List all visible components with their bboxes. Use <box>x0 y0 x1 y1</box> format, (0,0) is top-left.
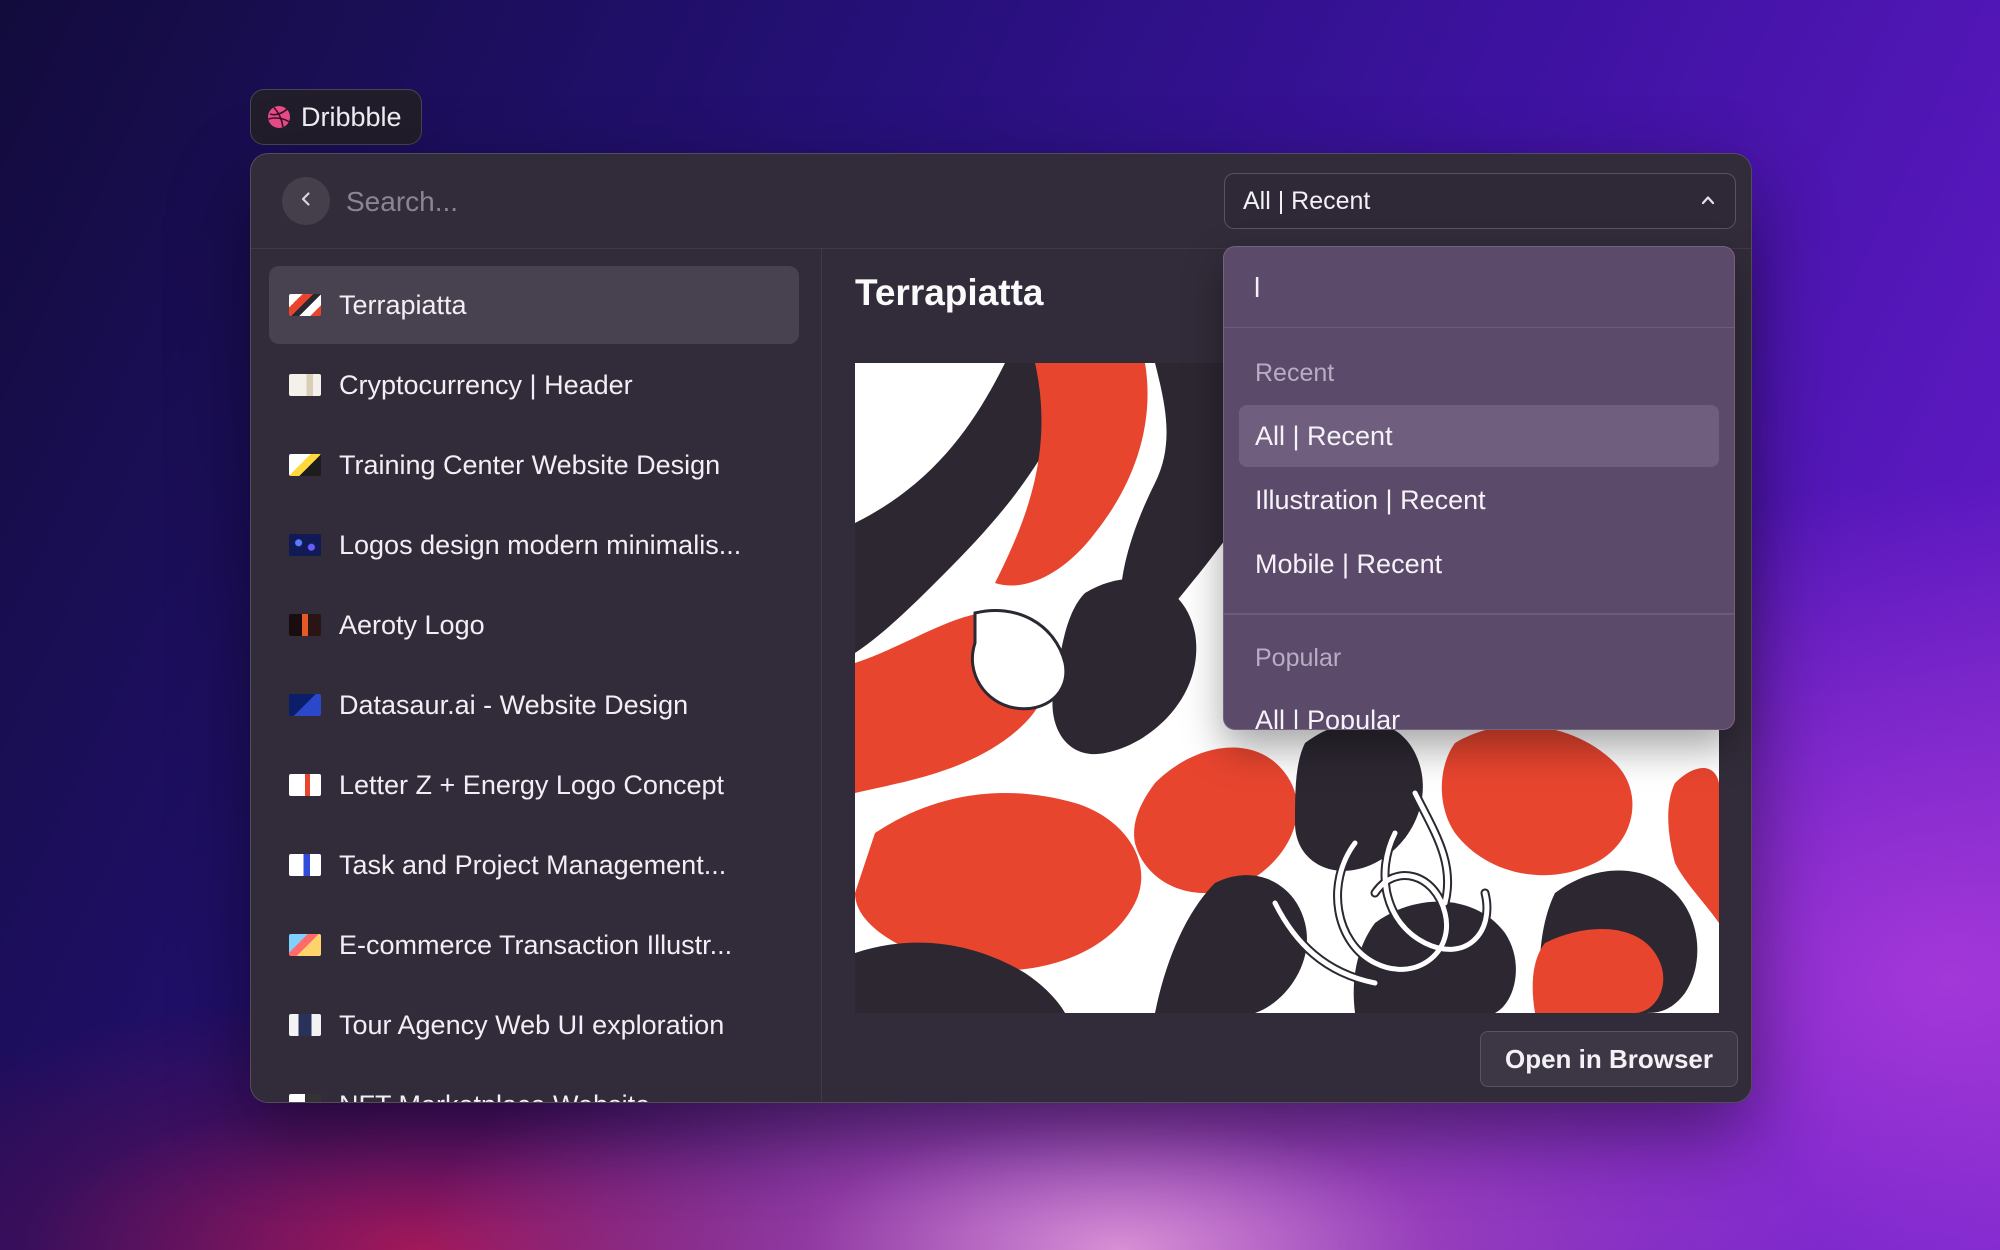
list-item[interactable]: Training Center Website Design <box>269 426 799 504</box>
list-item[interactable]: Datasaur.ai - Website Design <box>269 666 799 744</box>
filter-dropdown: Recent All | Recent Illustration | Recen… <box>1223 246 1735 730</box>
list-item[interactable]: Terrapiatta <box>269 266 799 344</box>
option-all-popular[interactable]: All | Popular <box>1239 689 1719 730</box>
thumbnail <box>289 854 321 876</box>
list-item-label: Datasaur.ai - Website Design <box>339 689 689 720</box>
option-all-recent[interactable]: All | Recent <box>1239 405 1719 467</box>
thumbnail <box>289 1014 321 1036</box>
list-item-label: Tour Agency Web UI exploration <box>339 1009 725 1040</box>
search-input[interactable] <box>344 174 848 230</box>
back-button[interactable] <box>282 177 330 225</box>
list-item[interactable]: E-commerce Transaction Illustr... <box>269 906 799 984</box>
list-item[interactable]: Letter Z + Energy Logo Concept <box>269 746 799 824</box>
thumbnail <box>289 454 321 476</box>
open-in-browser-button[interactable]: Open in Browser <box>1480 1031 1738 1087</box>
list-item[interactable]: Aeroty Logo <box>269 586 799 664</box>
list-item-label: Training Center Website Design <box>339 449 721 480</box>
option-illustration-recent[interactable]: Illustration | Recent <box>1239 469 1719 531</box>
list-item-label: Cryptocurrency | Header <box>339 369 633 400</box>
list-item-label: Aeroty Logo <box>339 609 485 640</box>
section-header-recent: Recent <box>1255 359 1335 387</box>
option-mobile-recent[interactable]: Mobile | Recent <box>1239 533 1719 595</box>
toolbar: All | Recent <box>251 154 1751 249</box>
dribbble-icon <box>267 105 291 129</box>
list-item[interactable]: Tour Agency Web UI exploration <box>269 986 799 1064</box>
list-item[interactable]: NFT Marketplace Website <box>269 1066 799 1102</box>
list-item-label: E-commerce Transaction Illustr... <box>339 929 733 960</box>
chevron-left-icon <box>297 190 315 213</box>
dropdown-divider <box>1224 613 1734 615</box>
tab-label: Dribbble <box>301 101 402 132</box>
list-item[interactable]: Logos design modern minimalis... <box>269 506 799 584</box>
thumbnail <box>289 934 321 956</box>
thumbnail <box>289 614 321 636</box>
list-item-label: NFT Marketplace Website <box>339 1090 650 1103</box>
filter-selected-label: All | Recent <box>1243 186 1371 215</box>
dribbble-tab[interactable]: Dribbble <box>250 89 422 145</box>
thumbnail <box>289 1094 321 1102</box>
thumbnail <box>289 694 321 716</box>
thumbnail <box>289 534 321 556</box>
list-item[interactable]: Cryptocurrency | Header <box>269 346 799 424</box>
chevron-up-icon <box>1699 187 1717 216</box>
list-item[interactable]: Task and Project Management... <box>269 826 799 904</box>
shot-list: Terrapiatta Cryptocurrency | Header Trai… <box>251 249 822 1102</box>
filter-select[interactable]: All | Recent <box>1224 173 1736 229</box>
thumbnail <box>289 294 321 316</box>
dropdown-search <box>1224 247 1734 328</box>
list-item-label: Logos design modern minimalis... <box>339 529 742 560</box>
section-header-popular: Popular <box>1255 644 1342 672</box>
list-item-label: Letter Z + Energy Logo Concept <box>339 769 724 800</box>
thumbnail <box>289 374 321 396</box>
list-item-label: Task and Project Management... <box>339 849 727 880</box>
detail-title: Terrapiatta <box>855 272 1044 313</box>
thumbnail <box>289 774 321 796</box>
list-item-label: Terrapiatta <box>339 289 467 320</box>
dropdown-search-input[interactable] <box>1252 263 1696 313</box>
